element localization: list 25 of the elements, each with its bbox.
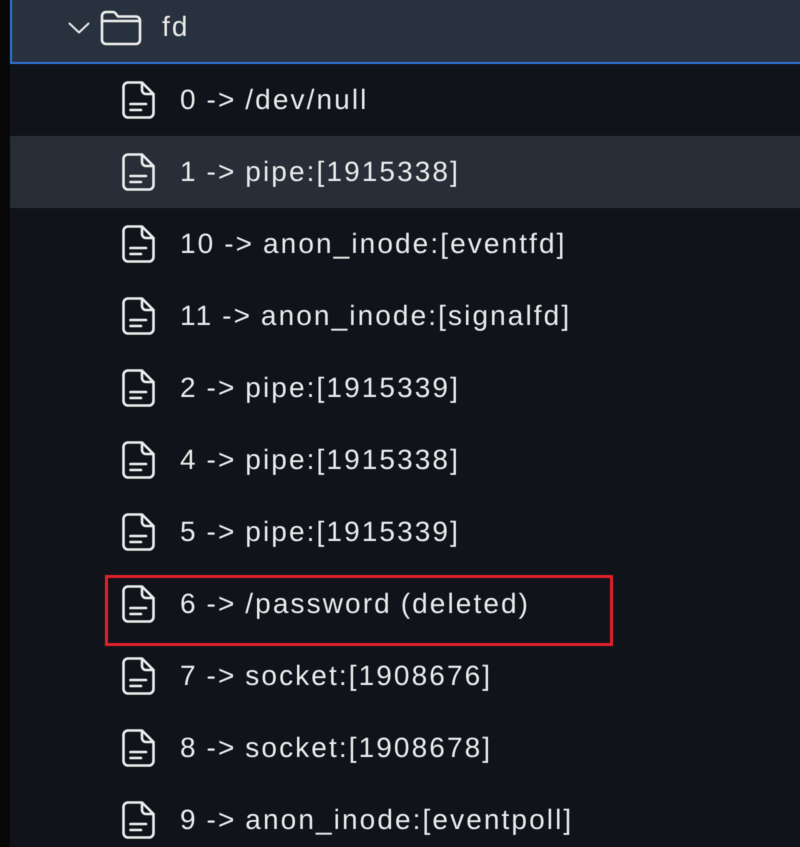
file-item[interactable]: 6 -> /password (deleted) bbox=[10, 568, 800, 640]
document-icon bbox=[122, 153, 155, 191]
chevron-down-icon[interactable] bbox=[68, 22, 90, 34]
document-icon bbox=[122, 729, 155, 767]
file-item[interactable]: 10 -> anon_inode:[eventfd] bbox=[10, 208, 800, 280]
document-icon bbox=[122, 225, 155, 263]
file-item[interactable]: 5 -> pipe:[1915339] bbox=[10, 496, 800, 568]
document-icon bbox=[122, 369, 155, 407]
file-item[interactable]: 11 -> anon_inode:[signalfd] bbox=[10, 280, 800, 352]
file-item[interactable]: 7 -> socket:[1908676] bbox=[10, 640, 800, 712]
document-icon bbox=[122, 585, 155, 623]
file-item[interactable]: 4 -> pipe:[1915338] bbox=[10, 424, 800, 496]
file-item[interactable]: 0 -> /dev/null bbox=[10, 64, 800, 136]
document-icon bbox=[122, 801, 155, 839]
file-item[interactable]: 8 -> socket:[1908678] bbox=[10, 712, 800, 784]
document-icon bbox=[122, 297, 155, 335]
folder-item[interactable]: fd bbox=[10, 0, 800, 64]
file-item[interactable]: 9 -> anon_inode:[eventpoll] bbox=[10, 784, 800, 847]
document-icon bbox=[122, 513, 155, 551]
file-item[interactable]: 1 -> pipe:[1915338] bbox=[10, 136, 800, 208]
document-icon bbox=[122, 81, 155, 119]
folder-icon bbox=[100, 10, 142, 46]
document-icon bbox=[122, 441, 155, 479]
file-item[interactable]: 2 -> pipe:[1915339] bbox=[10, 352, 800, 424]
document-icon bbox=[122, 657, 155, 695]
